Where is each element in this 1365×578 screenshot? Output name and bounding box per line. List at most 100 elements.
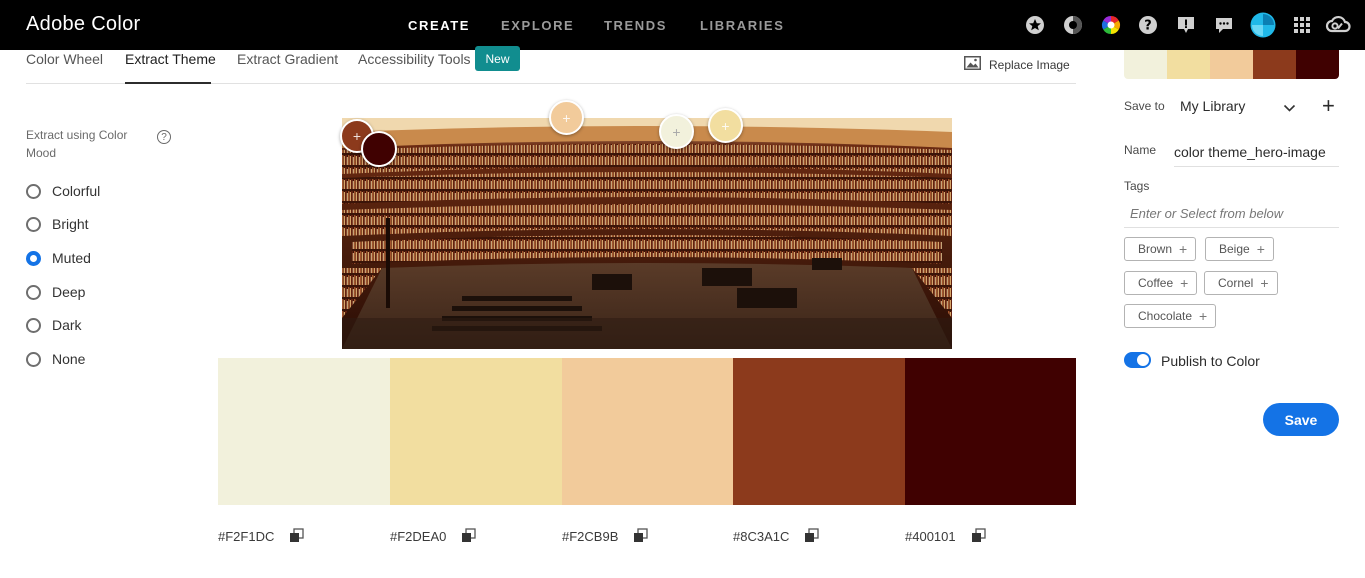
color-swatch[interactable] <box>562 358 734 505</box>
mood-title: Extract using Color Mood <box>26 128 128 160</box>
tags-input[interactable] <box>1124 200 1339 228</box>
copy-icon[interactable] <box>632 528 649 544</box>
replace-image-button[interactable]: Replace Image <box>964 56 1070 73</box>
mood-option-colorful[interactable]: Colorful <box>26 183 100 199</box>
tag-label: Coffee <box>1138 276 1174 290</box>
image-icon <box>964 56 981 73</box>
strip-color <box>1296 50 1339 79</box>
plus-icon: + <box>1180 275 1189 291</box>
source-image[interactable] <box>342 118 952 349</box>
nav-explore[interactable]: EXPLORE <box>501 18 574 33</box>
top-bar: Adobe Color CREATE EXPLORE TRENDS LIBRAR… <box>0 0 1365 50</box>
hex-value-row: #F2DEA0 <box>390 528 477 544</box>
hex-value-row: #400101 <box>905 528 986 544</box>
radio-button[interactable] <box>26 351 41 367</box>
publish-label: Publish to Color <box>1161 353 1260 369</box>
strip-color <box>1167 50 1210 79</box>
hex-value-row: #F2CB9B <box>562 528 649 544</box>
save-button[interactable]: Save <box>1263 403 1339 436</box>
hex-value[interactable]: #400101 <box>905 529 956 544</box>
save-to-label: Save to <box>1124 99 1165 113</box>
nav-create[interactable]: CREATE <box>408 18 470 33</box>
copy-icon[interactable] <box>288 528 305 544</box>
active-tab-indicator <box>125 82 211 84</box>
color-picker-handle[interactable]: + <box>708 108 743 143</box>
tag-label: Brown <box>1138 242 1173 256</box>
name-field[interactable] <box>1174 138 1339 167</box>
theme-preview-strip <box>1124 50 1339 79</box>
chevron-down-icon[interactable] <box>1283 100 1296 118</box>
add-library-button[interactable]: + <box>1322 95 1335 117</box>
tag-label: Cornel <box>1218 276 1254 290</box>
help-icon[interactable]: ? <box>1137 14 1159 36</box>
radio-button[interactable] <box>26 284 41 300</box>
nav-trends[interactable]: TRENDS <box>604 18 667 33</box>
tab-extract-gradient[interactable]: Extract Gradient <box>237 51 338 67</box>
copy-icon[interactable] <box>803 528 820 544</box>
tag-label: Chocolate <box>1138 309 1193 323</box>
tag-chip-beige[interactable]: Beige + <box>1205 237 1274 261</box>
color-picker-handle[interactable]: + <box>659 114 694 149</box>
copy-icon[interactable] <box>460 528 477 544</box>
hex-value-row: #8C3A1C <box>733 528 820 544</box>
creative-cloud-icon[interactable] <box>1325 14 1351 36</box>
hex-value-row: #F2F1DC <box>218 528 305 544</box>
hex-value[interactable]: #F2F1DC <box>218 529 274 544</box>
svg-text:?: ? <box>1144 19 1152 34</box>
copy-icon[interactable] <box>970 528 986 544</box>
tab-color-wheel[interactable]: Color Wheel <box>26 51 103 67</box>
name-label: Name <box>1124 143 1157 157</box>
tag-chip-brown[interactable]: Brown + <box>1124 237 1197 261</box>
color-swatch[interactable] <box>390 358 562 505</box>
tab-accessibility-tools[interactable]: Accessibility Tools <box>358 51 471 67</box>
radio-button[interactable] <box>26 183 41 199</box>
radio-button[interactable] <box>26 317 41 333</box>
color-swatch[interactable] <box>905 358 1076 505</box>
apps-grid-icon[interactable] <box>1291 14 1313 36</box>
new-badge: New <box>475 46 520 71</box>
tags-label: Tags <box>1124 179 1150 193</box>
tag-chip-cornel[interactable]: Cornel + <box>1204 271 1278 295</box>
star-icon[interactable] <box>1024 14 1046 36</box>
mood-option-label: Muted <box>52 250 91 266</box>
mood-option-muted[interactable]: Muted <box>26 250 91 266</box>
chat-icon[interactable] <box>1213 14 1235 36</box>
tab-extract-theme[interactable]: Extract Theme <box>125 51 216 67</box>
mood-option-dark[interactable]: Dark <box>26 317 82 333</box>
plus-icon: + <box>1256 241 1265 257</box>
color-wheel-icon[interactable] <box>1100 14 1122 36</box>
color-swatch[interactable] <box>218 358 390 505</box>
help-circle-icon[interactable]: ? <box>157 130 171 144</box>
toggle-knob <box>1137 354 1149 366</box>
color-picker-handle[interactable]: + <box>549 100 584 135</box>
tag-label: Beige <box>1219 242 1250 256</box>
hex-value[interactable]: #8C3A1C <box>733 529 789 544</box>
publish-toggle[interactable] <box>1124 352 1151 368</box>
radio-button-selected[interactable] <box>26 250 41 266</box>
mood-option-deep[interactable]: Deep <box>26 284 85 300</box>
mood-option-label: None <box>52 351 86 367</box>
strip-color <box>1253 50 1296 79</box>
replace-image-label: Replace Image <box>989 57 1070 72</box>
plus-icon: + <box>1179 241 1188 257</box>
mood-option-label: Bright <box>52 216 89 232</box>
tag-chip-coffee[interactable]: Coffee + <box>1124 271 1198 295</box>
radio-button[interactable] <box>26 216 41 232</box>
avatar[interactable] <box>1250 12 1276 38</box>
plus-icon: + <box>1260 275 1269 291</box>
mood-option-label: Colorful <box>52 183 101 199</box>
color-swatch[interactable] <box>733 358 905 505</box>
mood-option-none[interactable]: None <box>26 351 85 367</box>
hex-value[interactable]: #F2DEA0 <box>390 529 446 544</box>
hex-value[interactable]: #F2CB9B <box>562 529 618 544</box>
color-picker-handle[interactable] <box>361 131 397 167</box>
contrast-icon[interactable] <box>1062 14 1084 36</box>
mood-option-bright[interactable]: Bright <box>26 216 89 232</box>
feedback-icon[interactable] <box>1175 14 1197 36</box>
library-select[interactable]: My Library <box>1180 98 1245 114</box>
mood-option-label: Dark <box>52 317 82 333</box>
plus-icon: + <box>1199 308 1208 324</box>
tag-chip-chocolate[interactable]: Chocolate + <box>1124 304 1217 328</box>
nav-libraries[interactable]: LIBRARIES <box>700 18 784 33</box>
app-title[interactable]: Adobe Color <box>26 13 140 36</box>
